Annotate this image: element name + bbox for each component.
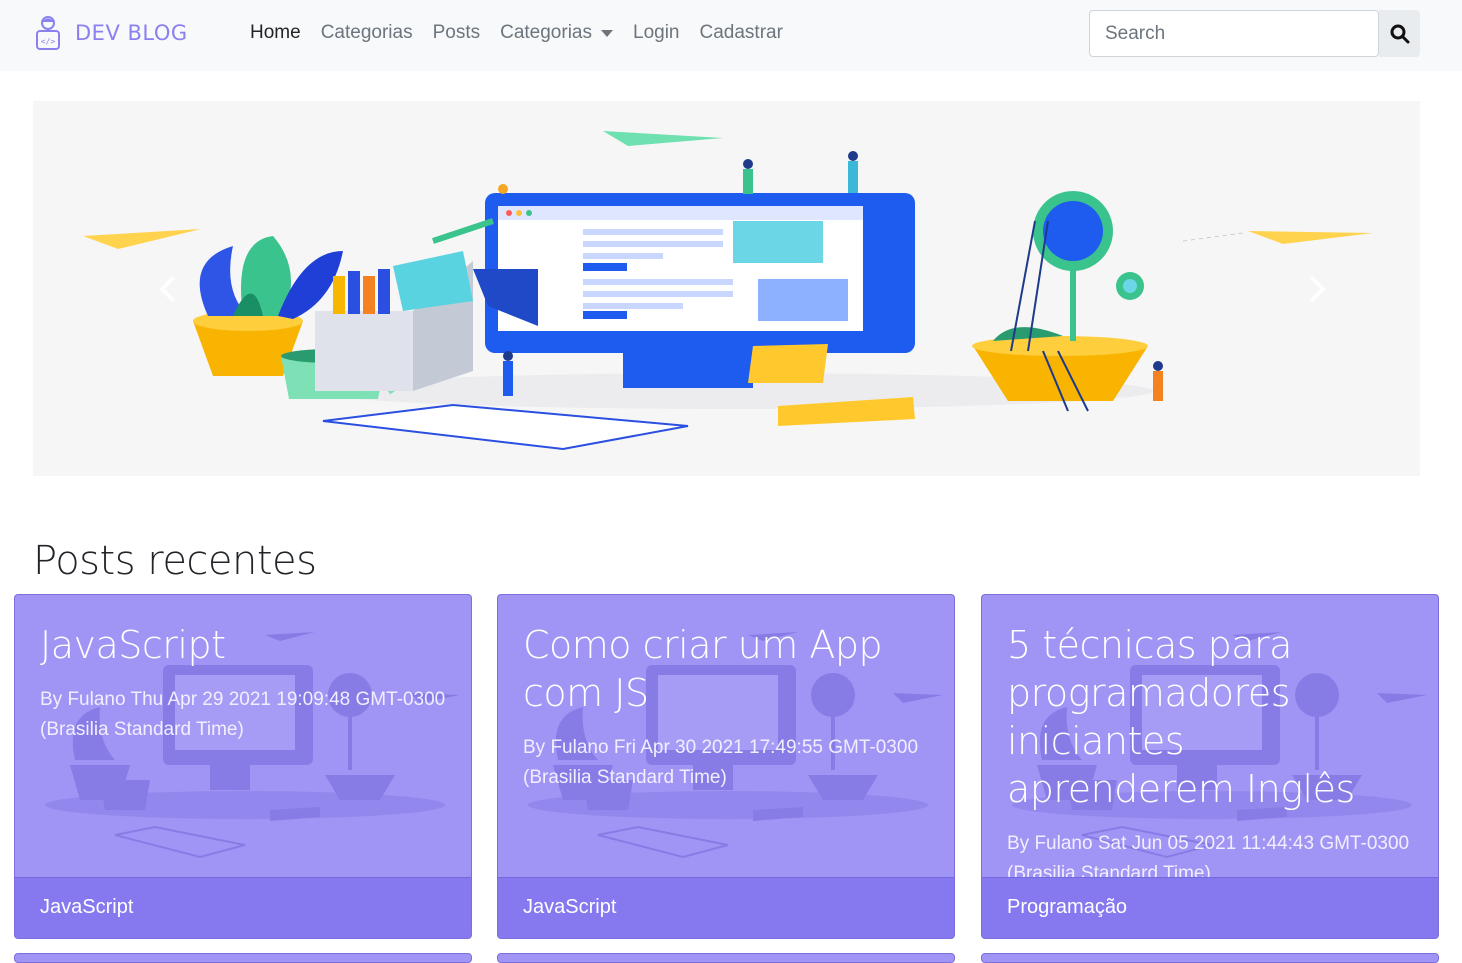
section-title: Posts recentes bbox=[33, 538, 317, 584]
post-category[interactable]: JavaScript bbox=[15, 877, 471, 938]
nav-dropdown-categorias[interactable]: Categorias bbox=[500, 22, 613, 44]
post-card[interactable]: 5 técnicas para programadores iniciantes… bbox=[981, 594, 1439, 939]
post-title[interactable]: Como criar um App com JS bbox=[523, 621, 936, 717]
post-card-body: 5 técnicas para programadores iniciantes… bbox=[1007, 621, 1420, 889]
carousel-next-icon[interactable] bbox=[1301, 271, 1331, 307]
post-meta: By Fulano Thu Apr 29 2021 19:09:48 GMT-0… bbox=[40, 689, 446, 740]
brand-name: DEV BLOG bbox=[75, 21, 188, 45]
post-card[interactable] bbox=[981, 953, 1439, 963]
post-meta: By Fulano Fri Apr 30 2021 17:49:55 GMT-0… bbox=[523, 737, 919, 788]
search-input[interactable] bbox=[1089, 10, 1379, 57]
nav-link-cadastrar[interactable]: Cadastrar bbox=[700, 22, 783, 44]
hero-carousel bbox=[33, 101, 1420, 476]
navbar: </> DEV BLOG Home Categorias Posts Categ… bbox=[0, 0, 1462, 71]
hero-illustration bbox=[83, 131, 1373, 451]
post-card-body: Como criar um App com JS By Fulano Fri A… bbox=[523, 621, 936, 793]
svg-text:</>: </> bbox=[41, 37, 56, 46]
carousel-prev-icon[interactable] bbox=[154, 271, 184, 307]
post-card[interactable] bbox=[497, 953, 955, 963]
post-title[interactable]: 5 técnicas para programadores iniciantes… bbox=[1007, 621, 1420, 813]
nav-link-home[interactable]: Home bbox=[250, 22, 301, 44]
post-card-body: JavaScript By Fulano Thu Apr 29 2021 19:… bbox=[40, 621, 453, 745]
post-card[interactable]: JavaScript By Fulano Thu Apr 29 2021 19:… bbox=[14, 594, 472, 939]
post-card[interactable] bbox=[14, 953, 472, 963]
search-icon bbox=[1390, 24, 1409, 43]
post-card[interactable]: Como criar um App com JS By Fulano Fri A… bbox=[497, 594, 955, 939]
search-form bbox=[1089, 10, 1420, 57]
search-button[interactable] bbox=[1379, 10, 1420, 57]
brand[interactable]: </> DEV BLOG bbox=[33, 14, 188, 52]
developer-avatar-icon: </> bbox=[36, 16, 60, 50]
nav-link-posts[interactable]: Posts bbox=[433, 22, 481, 44]
post-category[interactable]: Programação bbox=[982, 877, 1438, 938]
nav-links: Home Categorias Posts Categorias Login C… bbox=[250, 22, 783, 44]
post-category[interactable]: JavaScript bbox=[498, 877, 954, 938]
nav-dropdown-label: Categorias bbox=[500, 22, 592, 43]
post-title[interactable]: JavaScript bbox=[40, 621, 453, 669]
nav-link-categorias[interactable]: Categorias bbox=[321, 22, 413, 44]
nav-link-login[interactable]: Login bbox=[633, 22, 680, 44]
caret-down-icon bbox=[601, 29, 613, 37]
